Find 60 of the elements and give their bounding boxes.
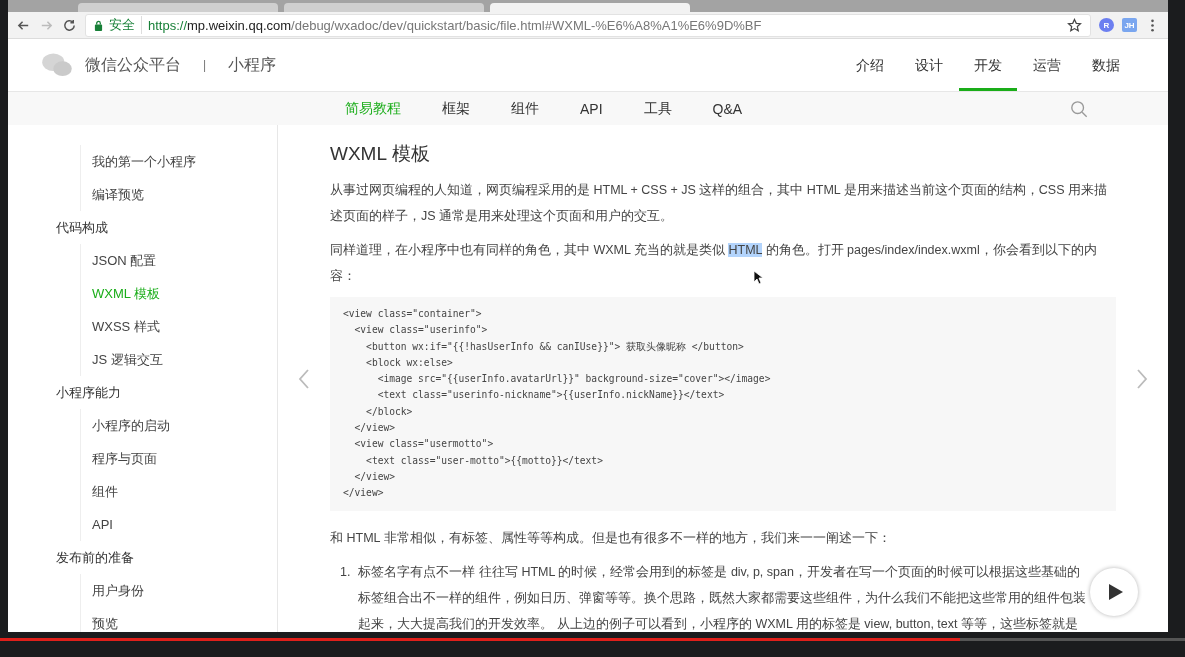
code-line: <button wx:if="{{!hasUserInfo && canIUse}}"> 获取头像昵称 </button>: [365, 339, 745, 354]
url-text: https://mp.weixin.qq.com/debug/wxadoc/dev/quickstart/basic/file.html#WXML-%E6%A8%A1%E6%9D%BF: [148, 17, 763, 33]
subnav-tab[interactable]: 工具: [643, 99, 672, 118]
paragraph: 同样道理，在小程序中也有同样的角色，其中 WXML 充当的就是类似 HTML 的角色。打开 pages/index/index.wxml，你会看到以下的内容：: [330, 242, 1098, 285]
video-progress-track[interactable]: [0, 638, 1185, 641]
sidebar-item[interactable]: 我的第一个小程序: [92, 145, 277, 178]
code-line: </view>: [343, 486, 385, 501]
code-line: <view class="userinfo">: [353, 323, 489, 338]
sidebar-section[interactable]: 小程序能力: [56, 376, 277, 409]
list-number: 1.: [340, 563, 351, 581]
sidebar-item[interactable]: JS 逻辑交互: [92, 343, 277, 376]
sidebar-item[interactable]: JSON 配置: [92, 244, 277, 277]
paragraph: 从事过网页编程的人知道，网页编程采用的是 HTML + CSS + JS 这样的组合，其中 HTML 是用来描述当前这个页面的结构，CSS 用来描述页面的样子，JS 通常是用来处理这个页面和用户的交互。: [330, 182, 1108, 225]
subnav-tab[interactable]: 组件: [511, 99, 539, 118]
code-line: <image src="{{userInfo.avatarUrl}}" background-size="cover"></image>: [376, 372, 772, 387]
article-title: WXML 模板: [330, 142, 431, 166]
sidebar-item[interactable]: 程序与页面: [92, 442, 277, 475]
brand-separator: |: [203, 58, 207, 72]
subnav-tab[interactable]: 框架: [442, 99, 470, 118]
security-label: 安全: [109, 16, 142, 34]
browser-tab[interactable]: [284, 3, 484, 12]
lock-icon: [94, 19, 103, 31]
sidebar-section[interactable]: 发布前的准备: [56, 541, 277, 574]
nav-tab[interactable]: 运营: [1018, 39, 1076, 91]
nav-tab[interactable]: 介绍: [841, 39, 899, 91]
code-line: </view>: [353, 421, 396, 436]
search-icon[interactable]: [1070, 99, 1088, 118]
sidebar-item[interactable]: 用户身份: [92, 574, 277, 607]
code-line: <text class="userinfo-nickname">{{userInfo.nickName}}</text>: [376, 388, 726, 403]
play-button[interactable]: [1090, 568, 1138, 616]
sidebar-item[interactable]: WXSS 样式: [92, 310, 277, 343]
sidebar-item[interactable]: 小程序的启动: [92, 409, 277, 442]
reload-icon[interactable]: [62, 17, 77, 33]
sidebar-section[interactable]: 代码构成: [56, 211, 277, 244]
sidebar-item[interactable]: API: [92, 508, 277, 541]
address-bar[interactable]: 安全 https://mp.weixin.qq.com/debug/wxadoc/dev/quickstart/basic/file.html#WXML-%E6%A8%A1%E6%9D%BF: [85, 13, 1091, 37]
nav-tab[interactable]: 数据: [1077, 39, 1135, 91]
browser-tab[interactable]: [490, 3, 690, 12]
extension-button[interactable]: R: [1099, 18, 1114, 32]
code-line: <block wx:else>: [365, 355, 454, 370]
product-name: 小程序: [228, 54, 277, 75]
chat-bubbles-icon: [41, 53, 73, 77]
code-line: <view class="container">: [343, 307, 483, 321]
list-item-text: 标签名字有点不一样 往往写 HTML 的时候，经常会用到的标签是 div, p, span，开发者在写一个页面的时候可以根据这些基础的 标签组合出不一样的组件，例如日历、弹窗等等。换个思路，既然大家都需要这些组件，为什么我们不能把这些常用的组件包装 起来，大大提高我们的开发效率。 从上边的例子可以看到，小程序的 WXML 用的标签是 view, button, text 等等，这些标签就是: [358, 563, 1087, 632]
sidebar-item[interactable]: 编译预览: [92, 178, 277, 211]
sidebar-item[interactable]: 组件: [92, 475, 277, 508]
star-icon[interactable]: [1067, 17, 1082, 33]
code-line: <view class="usermotto">: [353, 437, 495, 452]
code-line: <text class="user-motto">{{motto}}</text>: [365, 453, 604, 468]
mouse-cursor-icon: [753, 270, 763, 285]
browser-tab[interactable]: [78, 3, 278, 12]
nav-tab[interactable]: 设计: [900, 39, 958, 91]
play-icon: [1108, 583, 1124, 601]
subnav-tab[interactable]: Q&A: [712, 100, 743, 117]
code-line: </view>: [353, 469, 396, 484]
paragraph: 和 HTML 非常相似，有标签、属性等等构成。但是也有很多不一样的地方，我们来一一阐述一下：: [330, 529, 892, 547]
code-line: </block>: [365, 404, 414, 419]
site-brand[interactable]: 微信公众平台: [85, 54, 181, 76]
sidebar-item[interactable]: 预览: [92, 607, 277, 632]
subnav-tab[interactable]: API: [580, 100, 603, 117]
